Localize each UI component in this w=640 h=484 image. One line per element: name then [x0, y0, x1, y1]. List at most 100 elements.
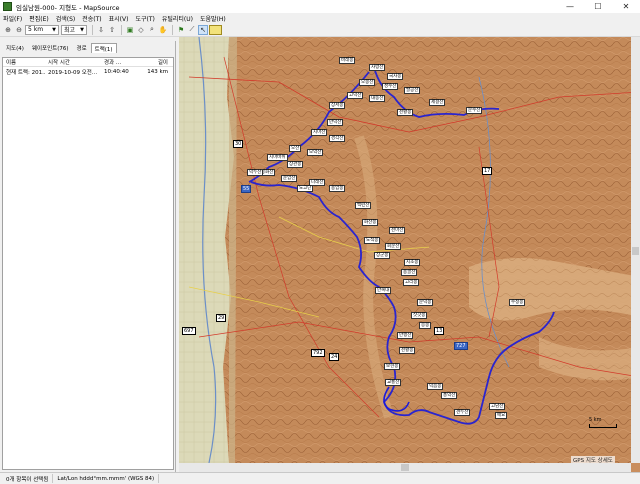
data-panel: 지도(4) 웨이포인트(76) 경로 트랙(1) 이름 시작 시간 경과 ...…: [0, 41, 176, 472]
waypoint-label[interactable]: 만복대: [375, 287, 392, 294]
waypoint-label[interactable]: 교룡산: [385, 379, 402, 386]
table-row[interactable]: 현재 트랙: 201... 2019-10-09 오전... 10:40:40 …: [3, 67, 173, 77]
route-tool-icon[interactable]: ⟋: [187, 25, 197, 35]
waypoint-label[interactable]: 사령산: [369, 64, 386, 71]
waypoint-label[interactable]: 상관봉: [287, 161, 304, 168]
detail-select[interactable]: 최고 ▼: [61, 24, 87, 35]
waypoint-label[interactable]: 장군봉: [374, 252, 391, 259]
waypoint-label[interactable]: 세걸산: [429, 99, 446, 106]
tab-maps[interactable]: 지도(4): [2, 43, 28, 53]
toolbar-divider: [172, 24, 173, 35]
track-length: 143 km: [147, 69, 168, 75]
column-elapsed[interactable]: 경과 ...: [101, 58, 135, 66]
waypoint-label[interactable]: 화산봉: [362, 219, 379, 226]
column-name[interactable]: 이름: [3, 58, 45, 66]
waypoint-label[interactable]: 내동산: [369, 95, 386, 102]
column-length[interactable]: 길이: [135, 58, 171, 66]
waypoint-label[interactable]: 팔공산: [404, 87, 421, 94]
map-tool-icon[interactable]: ▣: [125, 25, 135, 35]
column-start-time[interactable]: 시작 시간: [45, 58, 101, 66]
waypoint-label[interactable]: 풍악산: [441, 392, 458, 399]
waypoint-label[interactable]: 국사봉: [387, 73, 404, 80]
waypoint-label[interactable]: 오산: [289, 145, 302, 152]
menu-tools[interactable]: 도구(T): [135, 14, 154, 23]
waypoint-label[interactable]: 치마바위: [267, 154, 288, 161]
waypoint-label[interactable]: 바래봉: [339, 57, 356, 64]
waypoint-label[interactable]: 오봉산: [359, 79, 376, 86]
waypoint-label[interactable]: 고남산: [489, 403, 506, 410]
menu-utilities[interactable]: 유틸리티(U): [162, 14, 193, 23]
scroll-thumb[interactable]: [401, 464, 409, 471]
waypoint-label[interactable]: 견두산: [454, 409, 471, 416]
waypoint-label[interactable]: 문덕봉: [417, 299, 434, 306]
waypoint-tool-icon[interactable]: ⚑: [176, 25, 186, 35]
zoom-out-icon[interactable]: ⊖: [14, 25, 24, 35]
map-view[interactable]: 30 55 17 29 24 13 727 792 697 사령산 국사봉 오봉…: [179, 37, 640, 472]
waypoint-label[interactable]: 회문산: [385, 243, 402, 250]
zoom-level-select[interactable]: 5 km ▼: [25, 24, 59, 35]
menu-search[interactable]: 검색(S): [56, 14, 76, 23]
zoom-level-value: 5 km: [28, 26, 44, 33]
waypoint-label[interactable]: 고덕산: [347, 92, 364, 99]
distance-tool-icon[interactable]: [209, 24, 222, 35]
waypoint-label[interactable]: 고리봉: [403, 279, 420, 286]
close-button[interactable]: ✕: [612, 0, 640, 13]
waypoint-label[interactable]: 천마산: [389, 227, 406, 234]
waypoint-label[interactable]: 성수산: [382, 83, 399, 90]
waypoint-label[interactable]: 지초봉: [404, 259, 421, 266]
waypoint-label[interactable]: 노적봉: [364, 237, 381, 244]
toolbar: ⊕ ⊖ 5 km ▼ 최고 ▼ ⇩ ⇧ ▣ ◇ ⌕ ✋ ⚑ ⟋ ↖: [0, 23, 640, 37]
toolbar-divider: [92, 24, 93, 35]
menu-transfer[interactable]: 전송(T): [82, 14, 101, 23]
waypoint-label[interactable]: 매요: [495, 412, 508, 419]
hand-tool-icon[interactable]: ✋: [158, 25, 168, 35]
minimize-button[interactable]: —: [556, 0, 584, 13]
waypoint-label[interactable]: 응봉: [419, 322, 432, 329]
waypoint-label[interactable]: 만행산: [397, 332, 414, 339]
road-number: 24: [329, 353, 340, 361]
tab-waypoints[interactable]: 웨이포인트(76): [28, 43, 73, 53]
waypoint-label[interactable]: 문수산: [466, 107, 483, 114]
waypoint-label[interactable]: 상서봉: [329, 102, 346, 109]
lasso-tool-icon[interactable]: ◇: [136, 25, 146, 35]
vertical-scrollbar[interactable]: [631, 37, 640, 463]
waypoint-label[interactable]: 경각산: [329, 135, 346, 142]
menu-file[interactable]: 파일(F): [3, 14, 22, 23]
waypoint-label[interactable]: 노고단: [297, 185, 314, 192]
chevron-down-icon: ▼: [52, 26, 56, 33]
waypoint-label[interactable]: 수정봉: [509, 299, 526, 306]
waypoint-label[interactable]: 용암봉: [329, 185, 346, 192]
transfer-from-device-icon[interactable]: ⇧: [107, 25, 117, 35]
select-tool-icon[interactable]: ↖: [198, 24, 208, 35]
tab-routes[interactable]: 경로: [73, 43, 91, 53]
waypoint-label[interactable]: 천황봉: [399, 347, 416, 354]
waypoint-label[interactable]: 백련산: [355, 202, 372, 209]
topo-map: [179, 37, 640, 463]
panel-tabs: 지도(4) 웨이포인트(76) 경로 트랙(1): [0, 41, 175, 53]
menu-help[interactable]: 도움말(H): [200, 14, 226, 23]
waypoint-label[interactable]: 덕두산: [247, 169, 264, 176]
waypoint-label[interactable]: 만덕산: [327, 119, 344, 126]
road-number: 697: [182, 327, 196, 335]
horizontal-scrollbar[interactable]: [179, 463, 631, 472]
waypoint-label[interactable]: 모악산: [307, 149, 324, 156]
waypoint-label[interactable]: 용골산: [401, 269, 418, 276]
transfer-to-device-icon[interactable]: ⇩: [96, 25, 106, 35]
waypoint-label[interactable]: 운암산: [281, 175, 298, 182]
track-start-time: 2019-10-09 오전...: [48, 70, 98, 76]
zoom-in-icon[interactable]: ⊕: [3, 25, 13, 35]
road-number: 30: [233, 140, 244, 148]
scroll-thumb[interactable]: [632, 247, 639, 255]
chevron-down-icon: ▼: [80, 26, 84, 33]
waypoint-label[interactable]: 보현봉: [384, 363, 401, 370]
waypoint-label[interactable]: 삿갓봉: [411, 312, 428, 319]
waypoint-label[interactable]: 덕음봉: [427, 383, 444, 390]
maximize-button[interactable]: ☐: [584, 0, 612, 13]
menu-view[interactable]: 표시(V): [109, 14, 129, 23]
road-number: 727: [454, 342, 468, 350]
zoom-tool-icon[interactable]: ⌕: [147, 25, 157, 35]
waypoint-label[interactable]: 치마산: [311, 129, 328, 136]
waypoint-label[interactable]: 천황봉: [397, 109, 414, 116]
menu-edit[interactable]: 편집(E): [29, 14, 49, 23]
tab-tracks[interactable]: 트랙(1): [90, 43, 117, 53]
